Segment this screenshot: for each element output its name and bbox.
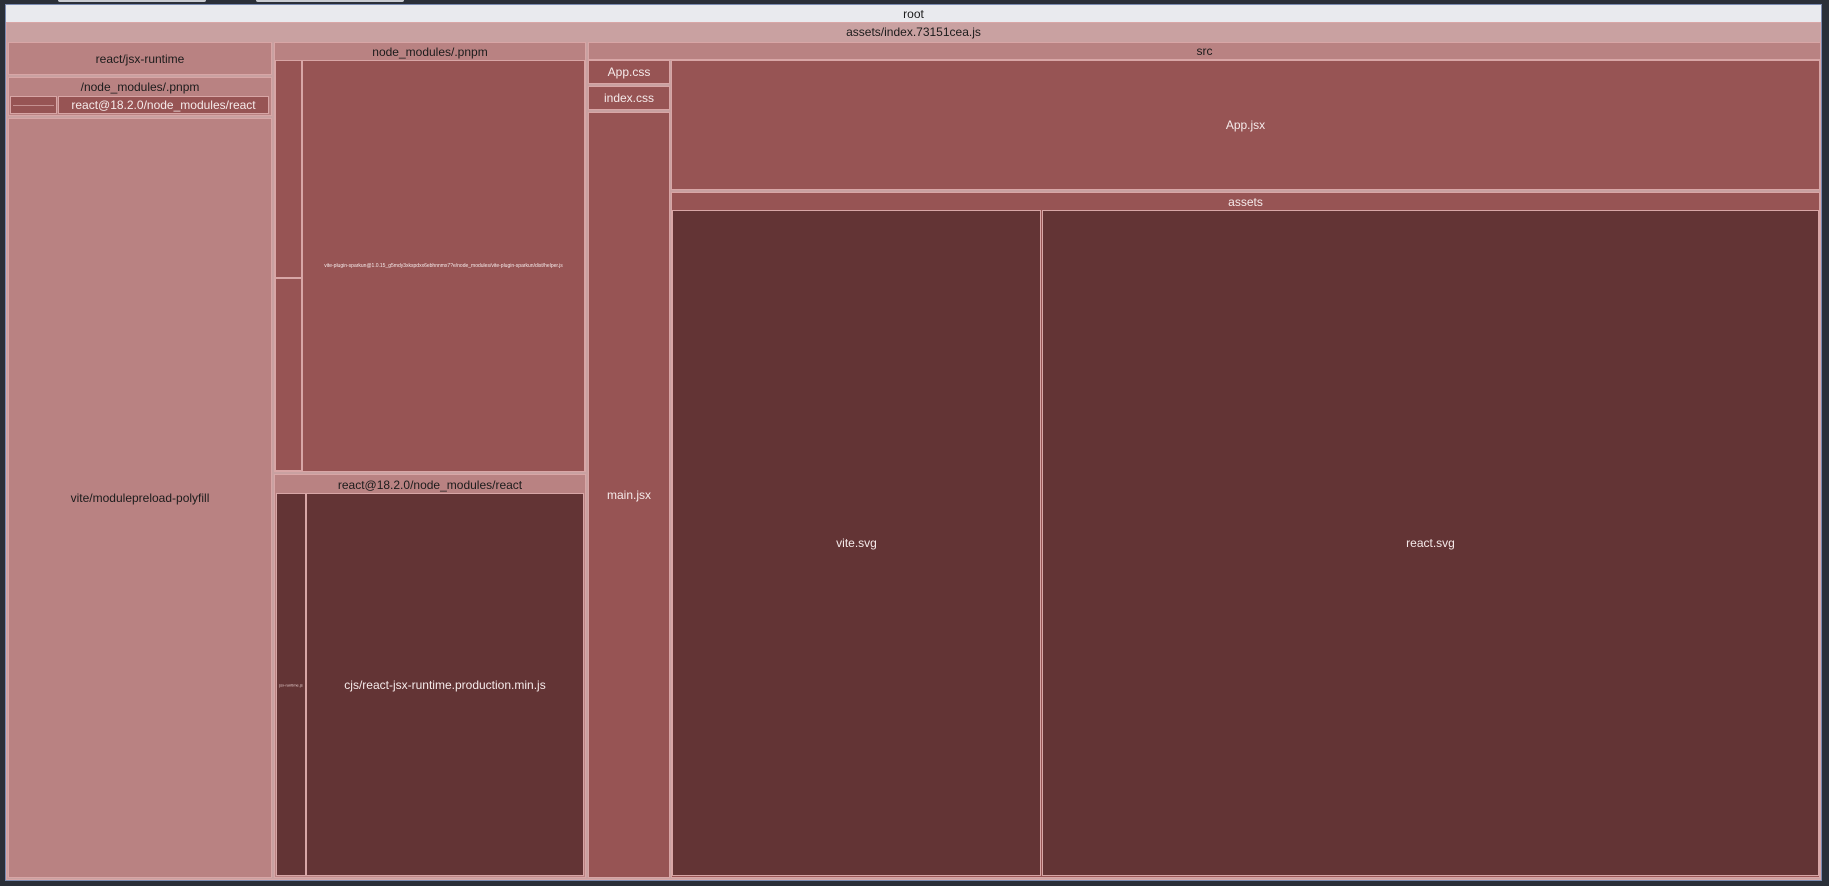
index-css-node[interactable]: index.css bbox=[588, 86, 670, 110]
root-label: root bbox=[903, 7, 924, 21]
main-jsx-node[interactable]: main.jsx bbox=[588, 112, 670, 878]
pnpm-mid-sliver-bottom[interactable] bbox=[275, 278, 302, 471]
app-jsx-label: App.jsx bbox=[1225, 118, 1266, 132]
pnpm-mid-label: node_modules/.pnpm bbox=[372, 45, 488, 59]
app-css-label: App.css bbox=[607, 65, 651, 79]
toolbar-tab[interactable] bbox=[256, 0, 404, 2]
sliver-line bbox=[13, 105, 54, 106]
index-css-label: index.css bbox=[603, 91, 655, 105]
pnpm-left-label: /node_modules/.pnpm bbox=[80, 80, 200, 94]
react-left-label: react@18.2.0/node_modules/react bbox=[71, 98, 256, 112]
pnpm-mid-sliver-top[interactable] bbox=[275, 60, 302, 278]
toolbar-tab[interactable] bbox=[58, 0, 206, 2]
modulepreload-label: vite/modulepreload-polyfill bbox=[70, 491, 210, 505]
react-svg-node[interactable]: react.svg bbox=[1042, 210, 1819, 876]
jsx-runtime-small-node[interactable]: jsx-runtime.js bbox=[276, 493, 306, 876]
treemap-view: root assets/index.73151cea.js react/jsx-… bbox=[0, 0, 1829, 886]
react-left-sliver[interactable] bbox=[10, 96, 57, 114]
jsx-runtime-prod-label: cjs/react-jsx-runtime.production.min.js bbox=[344, 677, 546, 692]
main-jsx-label: main.jsx bbox=[606, 488, 651, 502]
react-svg-label: react.svg bbox=[1406, 536, 1455, 550]
assets-label: assets bbox=[1228, 195, 1263, 209]
react-left-node[interactable]: react@18.2.0/node_modules/react bbox=[58, 96, 269, 114]
jsx-runtime-node[interactable]: react/jsx-runtime bbox=[8, 42, 272, 75]
jsx-runtime-small-label: jsx-runtime.js bbox=[279, 682, 303, 687]
react-mid-label: react@18.2.0/node_modules/react bbox=[337, 478, 523, 492]
src-label: src bbox=[1196, 44, 1213, 58]
helper-node[interactable]: vite-plugin-sparkun@1.0.15_g5mdy3xkspdxx… bbox=[302, 60, 585, 472]
bundle-label: assets/index.73151cea.js bbox=[846, 25, 981, 39]
modulepreload-node[interactable]: vite/modulepreload-polyfill bbox=[8, 118, 272, 878]
jsx-runtime-prod-node[interactable]: cjs/react-jsx-runtime.production.min.js bbox=[306, 493, 584, 876]
src-node[interactable]: src bbox=[588, 42, 1821, 60]
vite-svg-label: vite.svg bbox=[836, 536, 877, 550]
app-jsx-node[interactable]: App.jsx bbox=[671, 60, 1820, 190]
app-css-node[interactable]: App.css bbox=[588, 60, 670, 84]
jsx-runtime-label: react/jsx-runtime bbox=[95, 51, 185, 66]
helper-label: vite-plugin-sparkun@1.0.15_g5mdy3xkspdxx… bbox=[324, 263, 563, 269]
vite-svg-node[interactable]: vite.svg bbox=[672, 210, 1041, 876]
